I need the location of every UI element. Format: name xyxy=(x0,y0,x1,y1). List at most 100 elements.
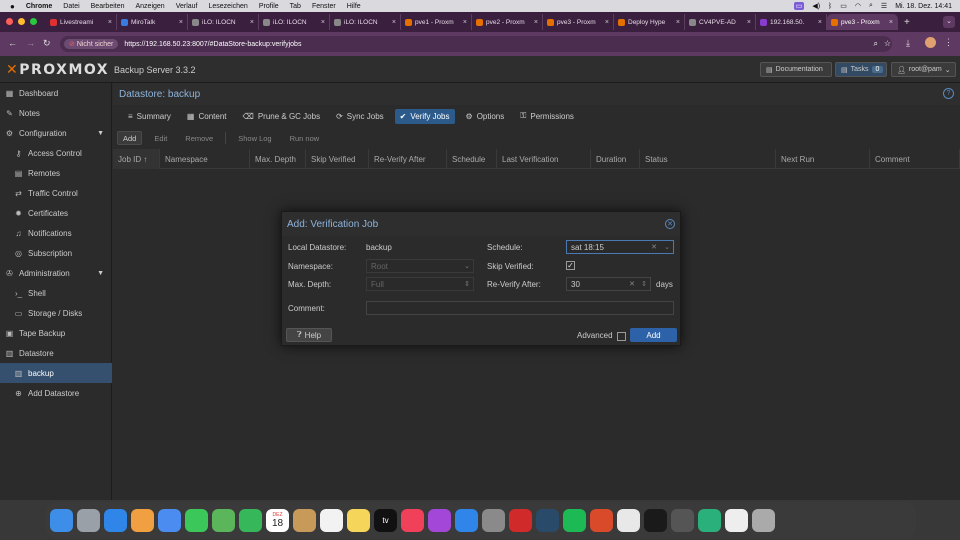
calendar-icon[interactable]: DEZ 18 xyxy=(266,508,289,532)
sidebar-item-datastore[interactable]: ▥ Datastore xyxy=(0,343,112,363)
tab-close-icon[interactable]: × xyxy=(747,19,751,26)
user-menu-button[interactable]: 👤︎ root@pam ⌄ xyxy=(891,62,956,77)
tab-close-icon[interactable]: × xyxy=(818,19,822,26)
schedule-combobox[interactable]: sat 18:15 ✕ ⌄ xyxy=(566,240,674,254)
wifi-icon[interactable]: ◠ xyxy=(855,2,861,10)
insecure-badge[interactable]: ⊘ Nicht sicher xyxy=(64,39,119,49)
close-icon[interactable]: ✕ xyxy=(665,219,675,229)
tab-close-icon[interactable]: × xyxy=(534,19,538,26)
browser-menu-icon[interactable]: ⋮ xyxy=(944,37,953,48)
caret-down-icon[interactable]: ▼ xyxy=(97,270,104,277)
notes-app-icon[interactable] xyxy=(347,508,370,532)
menu-item[interactable]: Bearbeiten xyxy=(91,3,125,10)
menu-item[interactable]: Anzeigen xyxy=(136,3,165,10)
sidebar-item-administration[interactable]: ✇ Administration ▼ xyxy=(0,263,112,283)
back-icon[interactable]: ← xyxy=(8,38,17,48)
sidebar-item-storage-disks[interactable]: ▭ Storage / Disks xyxy=(0,303,112,323)
sidebar-item-notes[interactable]: ✎ Notes xyxy=(0,103,112,123)
search-icon[interactable]: ⌕ xyxy=(869,2,873,10)
tab-close-icon[interactable]: × xyxy=(676,19,680,26)
sidebar-item-subscription[interactable]: ◎ Subscription xyxy=(0,243,112,263)
photos-icon[interactable] xyxy=(131,508,154,532)
help-icon[interactable]: ? xyxy=(943,88,954,99)
contacts-icon[interactable] xyxy=(293,508,316,532)
tab-prune-gc-jobs[interactable]: ⌫ Prune & GC Jobs xyxy=(238,109,326,124)
max-depth-field[interactable]: Full ⇕ xyxy=(366,277,474,291)
launchpad-icon[interactable] xyxy=(77,508,100,532)
tab-close-icon[interactable]: × xyxy=(889,19,893,26)
apple-icon[interactable]: ● xyxy=(10,2,15,11)
sidebar-item-traffic-control[interactable]: ⇄ Traffic Control xyxy=(0,183,112,203)
browser-tab[interactable]: iLO: ILOCN × xyxy=(188,14,259,30)
browser-tab[interactable]: Livestreami × xyxy=(46,14,117,30)
bluetooth-icon[interactable]: ᛒ xyxy=(828,3,832,10)
virus-app-icon[interactable] xyxy=(590,508,613,532)
remove-button[interactable]: Remove xyxy=(179,131,219,145)
reverify-days-field[interactable]: 30 ✕ ⇕ xyxy=(566,277,651,291)
chrome-icon[interactable] xyxy=(617,508,640,532)
tab-verify-jobs[interactable]: ✔ Verify Jobs xyxy=(394,108,455,124)
trash-icon[interactable] xyxy=(752,508,775,532)
column-header[interactable]: Comment xyxy=(870,149,960,169)
menu-item[interactable]: Datei xyxy=(63,3,79,10)
browser-tab[interactable]: pve2 - Proxm × xyxy=(472,14,543,30)
run-now-button[interactable]: Run now xyxy=(284,131,326,145)
column-header[interactable]: Last Verification xyxy=(497,149,591,169)
close-window-button[interactable] xyxy=(6,18,13,25)
browser-tab[interactable]: 192.168.50. × xyxy=(756,14,827,30)
spotify-icon[interactable] xyxy=(563,508,586,532)
menu-item[interactable]: Verlauf xyxy=(176,3,198,10)
tab-summary[interactable]: ≡ Summary xyxy=(123,109,176,124)
mail-icon[interactable] xyxy=(158,508,181,532)
tab-search-icon[interactable]: ⌄ xyxy=(943,16,955,28)
column-header[interactable]: Job ID ↑ xyxy=(113,149,160,169)
address-bar[interactable]: ⊘ Nicht sicher https://192.168.50.23:800… xyxy=(60,36,892,52)
zoom-window-button[interactable] xyxy=(30,18,37,25)
sidebar-item-backup[interactable]: ▥ backup xyxy=(0,363,112,383)
column-header[interactable]: Skip Verified xyxy=(306,149,369,169)
new-tab-button[interactable]: + xyxy=(904,17,910,28)
appletv-icon[interactable]: tv xyxy=(374,508,397,532)
clear-icon[interactable]: ✕ xyxy=(651,243,657,251)
tab-sync-jobs[interactable]: ⟳ Sync Jobs xyxy=(331,109,389,124)
edit-button[interactable]: Edit xyxy=(148,131,173,145)
column-header[interactable]: Schedule xyxy=(447,149,497,169)
column-header[interactable]: Status xyxy=(640,149,776,169)
browser-tab[interactable]: pve3 - Proxm × xyxy=(827,14,898,30)
quicktime-icon[interactable] xyxy=(536,508,559,532)
tab-close-icon[interactable]: × xyxy=(179,19,183,26)
tab-close-icon[interactable]: × xyxy=(392,19,396,26)
column-header[interactable]: Duration xyxy=(591,149,640,169)
spinner-icon[interactable]: ⇕ xyxy=(464,280,470,288)
tab-close-icon[interactable]: × xyxy=(463,19,467,26)
maps-icon[interactable] xyxy=(212,508,235,532)
add-button[interactable]: Add xyxy=(117,131,143,145)
clock[interactable]: Mi. 18. Dez. 14:41 xyxy=(895,3,952,10)
sidebar-item-certificates[interactable]: ✹ Certificates xyxy=(0,203,112,223)
chevron-down-icon[interactable]: ⌄ xyxy=(664,243,670,251)
teamviewer-icon[interactable] xyxy=(509,508,532,532)
tab-close-icon[interactable]: × xyxy=(321,19,325,26)
browser-tab[interactable]: iLO: ILOCN × xyxy=(259,14,330,30)
profile-avatar[interactable] xyxy=(925,37,936,48)
column-header[interactable]: Max. Depth xyxy=(250,149,306,169)
reminders-icon[interactable] xyxy=(320,508,343,532)
comment-input[interactable] xyxy=(366,301,674,315)
menu-item[interactable]: Profile xyxy=(259,3,279,10)
screen-mirroring-icon[interactable]: ▭ xyxy=(793,2,805,10)
document-icon[interactable] xyxy=(725,508,748,532)
reload-icon[interactable]: ↻ xyxy=(43,38,51,49)
music-icon[interactable] xyxy=(401,508,424,532)
volume-icon[interactable]: ◀) xyxy=(812,2,820,10)
column-header[interactable]: Next Run xyxy=(776,149,870,169)
podcasts-icon[interactable] xyxy=(428,508,451,532)
column-header[interactable]: Re-Verify After xyxy=(369,149,447,169)
sidebar-item-access-control[interactable]: ⚷ Access Control xyxy=(0,143,112,163)
appstore-icon[interactable] xyxy=(455,508,478,532)
spinner-icon[interactable]: ⇕ xyxy=(641,280,647,288)
browser-tab[interactable]: MiroTalk × xyxy=(117,14,188,30)
tab-content[interactable]: ▦ Content xyxy=(182,109,232,124)
forward-icon[interactable]: → xyxy=(26,38,35,48)
messages-icon[interactable] xyxy=(185,508,208,532)
clear-icon[interactable]: ✕ xyxy=(629,280,635,288)
